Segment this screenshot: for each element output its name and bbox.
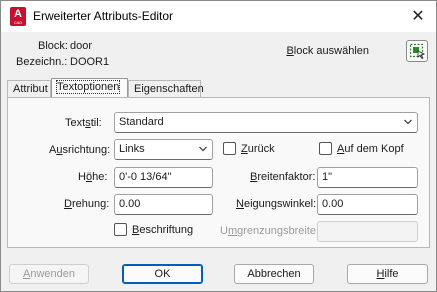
height-label: Höhe: bbox=[78, 171, 108, 183]
justification-dropdown[interactable]: Links bbox=[114, 139, 213, 160]
autocad-app-icon: A CAD bbox=[10, 7, 26, 26]
select-block-button[interactable] bbox=[406, 40, 428, 62]
textstyle-label: Textstil: bbox=[65, 117, 102, 129]
backwards-checkbox-box[interactable] bbox=[223, 142, 236, 155]
app-icon-sub: CAD bbox=[13, 20, 23, 25]
width-factor-value: 1" bbox=[322, 171, 333, 183]
oblique-angle-input[interactable]: 0.00 bbox=[317, 194, 418, 215]
oblique-angle-label: Neigungswinkel: bbox=[236, 198, 317, 210]
attribute-editor-dialog: A CAD Erweiterter Attributs-Editor ✕ Blo… bbox=[0, 0, 437, 292]
help-button[interactable]: Hilfe bbox=[347, 264, 428, 284]
annotative-checkbox[interactable]: Beschriftung bbox=[114, 223, 193, 236]
chevron-down-icon bbox=[199, 146, 207, 152]
rotation-input[interactable]: 0.00 bbox=[114, 194, 213, 215]
justification-value: Links bbox=[119, 143, 145, 155]
block-label: Block: bbox=[38, 40, 68, 52]
cancel-button[interactable]: Abbrechen bbox=[234, 264, 314, 284]
boundary-width-label: Umgrenzungsbreite: bbox=[220, 225, 320, 237]
annotative-label: Beschriftung bbox=[132, 223, 194, 236]
height-input[interactable]: 0'-0 13/64" bbox=[114, 167, 213, 188]
tab-text-options[interactable]: Textoptionen bbox=[51, 78, 128, 97]
upside-down-checkbox[interactable]: Auf dem Kopf bbox=[319, 142, 404, 155]
app-icon-letter: A bbox=[14, 8, 22, 20]
width-factor-label: Breitenfaktor: bbox=[250, 171, 316, 183]
title-bar: A CAD Erweiterter Attributs-Editor ✕ bbox=[1, 1, 436, 32]
chevron-down-icon bbox=[404, 119, 412, 125]
backwards-label: Zurück bbox=[241, 142, 275, 155]
tag-value: DOOR1 bbox=[70, 56, 110, 68]
justification-label: Ausrichtung: bbox=[49, 144, 111, 156]
block-select-label[interactable]: Block auswählen bbox=[286, 45, 369, 57]
tab-attribute[interactable]: Attribut bbox=[7, 80, 51, 97]
textstyle-value: Standard bbox=[119, 116, 164, 128]
tab-properties[interactable]: Eigenschaften bbox=[128, 80, 204, 97]
textstyle-dropdown[interactable]: Standard bbox=[114, 112, 418, 133]
upside-down-label: Auf dem Kopf bbox=[337, 142, 404, 155]
ok-button[interactable]: OK bbox=[122, 264, 203, 284]
height-value: 0'-0 13/64" bbox=[119, 171, 172, 183]
rotation-label: Drehung: bbox=[64, 198, 110, 210]
rotation-value: 0.00 bbox=[119, 198, 141, 210]
close-icon[interactable]: ✕ bbox=[408, 6, 428, 26]
annotative-checkbox-box[interactable] bbox=[114, 223, 127, 236]
window-title: Erweiterter Attributs-Editor bbox=[33, 9, 174, 23]
block-value: door bbox=[70, 40, 93, 52]
apply-button[interactable]: Anwenden bbox=[9, 264, 89, 284]
upside-down-checkbox-box[interactable] bbox=[319, 142, 332, 155]
width-factor-input[interactable]: 1" bbox=[317, 167, 418, 188]
tag-label: Bezeichn.: bbox=[16, 56, 68, 68]
oblique-angle-value: 0.00 bbox=[322, 198, 344, 210]
backwards-checkbox[interactable]: Zurück bbox=[223, 142, 275, 155]
boundary-width-input bbox=[317, 221, 418, 242]
select-objects-icon bbox=[409, 43, 425, 59]
